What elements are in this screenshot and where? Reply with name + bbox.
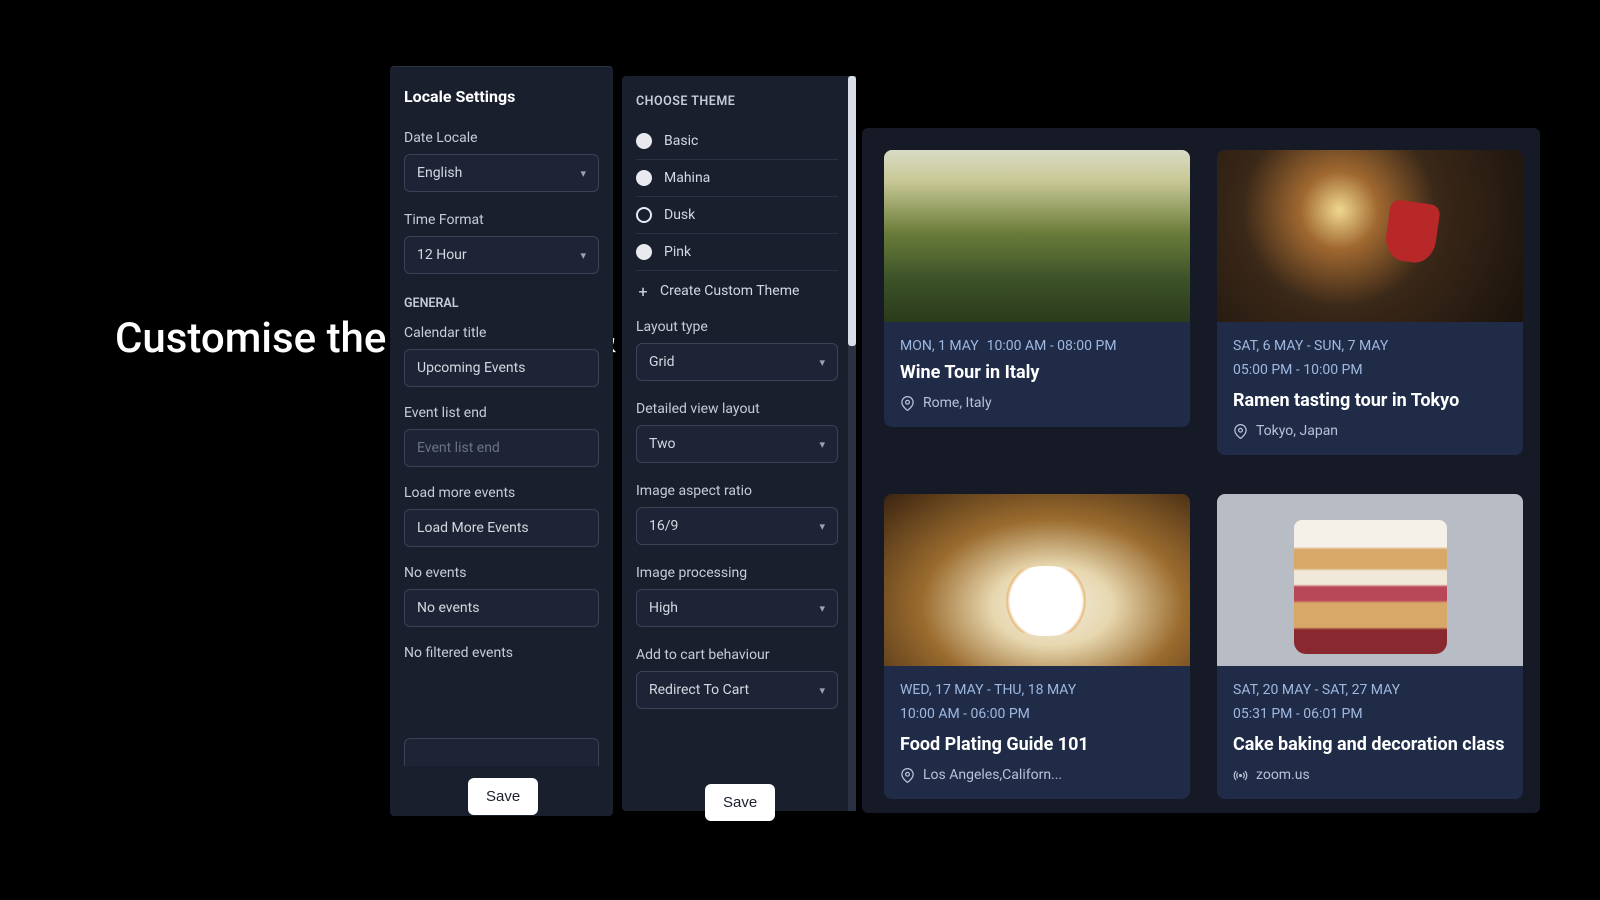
save-button[interactable]: Save <box>468 778 538 815</box>
theme-settings-panel: CHOOSE THEME Basic Mahina Dusk Pink + Cr… <box>622 76 852 811</box>
event-location: zoom.us <box>1233 767 1507 783</box>
event-card[interactable]: SAT, 6 MAY - SUN, 7 MAY 05:00 PM - 10:00… <box>1217 150 1523 455</box>
radio-icon <box>636 170 652 186</box>
add-to-cart-value: Redirect To Cart <box>649 682 749 698</box>
time-format-label: Time Format <box>404 212 599 228</box>
scrollbar-thumb[interactable] <box>848 76 856 346</box>
calendar-title-label: Calendar title <box>404 325 599 341</box>
create-custom-theme-label: Create Custom Theme <box>660 283 799 299</box>
aspect-ratio-select[interactable]: 16/9 ▾ <box>636 507 838 545</box>
event-date: WED, 17 MAY - THU, 18 MAY <box>900 682 1174 698</box>
layout-type-label: Layout type <box>636 319 838 335</box>
chevron-down-icon: ▾ <box>819 438 825 451</box>
layout-type-select[interactable]: Grid ▾ <box>636 343 838 381</box>
calendar-title-value: Upcoming Events <box>417 360 525 376</box>
event-card[interactable]: WED, 17 MAY - THU, 18 MAY 10:00 AM - 06:… <box>884 494 1190 799</box>
add-to-cart-label: Add to cart behaviour <box>636 647 838 663</box>
detailed-view-value: Two <box>649 436 675 452</box>
event-time: 10:00 AM - 06:00 PM <box>900 706 1174 722</box>
event-title: Wine Tour in Italy <box>900 362 1174 383</box>
save-button[interactable]: Save <box>705 784 775 821</box>
date-locale-select[interactable]: English ▾ <box>404 154 599 192</box>
add-to-cart-select[interactable]: Redirect To Cart ▾ <box>636 671 838 709</box>
no-filtered-label: No filtered events <box>404 645 599 661</box>
theme-basic-label: Basic <box>664 133 698 149</box>
no-events-value: No events <box>417 600 479 616</box>
broadcast-icon <box>1233 768 1248 783</box>
locale-settings-panel: Locale Settings Date Locale English ▾ Ti… <box>390 66 613 816</box>
chevron-down-icon: ▾ <box>819 356 825 369</box>
chevron-down-icon: ▾ <box>580 249 586 262</box>
plus-icon: + <box>636 284 650 298</box>
locale-settings-title: Locale Settings <box>404 87 599 106</box>
chevron-down-icon: ▾ <box>819 520 825 533</box>
event-image <box>884 494 1190 666</box>
scrollbar-track[interactable] <box>848 76 856 811</box>
image-processing-select[interactable]: High ▾ <box>636 589 838 627</box>
event-location: Rome, Italy <box>900 395 1174 411</box>
event-datetime: MON, 1 MAY10:00 AM - 08:00 PM <box>900 338 1174 354</box>
load-more-label: Load more events <box>404 485 599 501</box>
create-custom-theme-button[interactable]: + Create Custom Theme <box>636 271 838 319</box>
event-title: Ramen tasting tour in Tokyo <box>1233 390 1507 411</box>
load-more-value: Load More Events <box>417 520 529 536</box>
map-pin-icon <box>900 768 915 783</box>
event-location: Tokyo, Japan <box>1233 423 1507 439</box>
theme-option-pink[interactable]: Pink <box>636 234 838 271</box>
date-locale-label: Date Locale <box>404 130 599 146</box>
event-title: Cake baking and decoration class <box>1233 734 1507 755</box>
time-format-select[interactable]: 12 Hour ▾ <box>404 236 599 274</box>
event-image <box>1217 150 1523 322</box>
radio-icon <box>636 207 652 223</box>
no-events-input[interactable]: No events <box>404 589 599 627</box>
event-date: SAT, 6 MAY - SUN, 7 MAY <box>1233 338 1507 354</box>
detailed-view-select[interactable]: Two ▾ <box>636 425 838 463</box>
chevron-down-icon: ▾ <box>819 684 825 697</box>
theme-pink-label: Pink <box>664 244 691 260</box>
image-processing-value: High <box>649 600 678 616</box>
event-time: 05:00 PM - 10:00 PM <box>1233 362 1507 378</box>
layout-type-value: Grid <box>649 354 675 370</box>
no-events-label: No events <box>404 565 599 581</box>
event-image <box>1217 494 1523 666</box>
date-locale-value: English <box>417 165 462 181</box>
detailed-view-label: Detailed view layout <box>636 401 838 417</box>
theme-option-mahina[interactable]: Mahina <box>636 160 838 197</box>
radio-icon <box>636 133 652 149</box>
event-card[interactable]: MON, 1 MAY10:00 AM - 08:00 PM Wine Tour … <box>884 150 1190 427</box>
no-filtered-input[interactable] <box>404 738 599 766</box>
load-more-input[interactable]: Load More Events <box>404 509 599 547</box>
event-list-end-input[interactable]: Event list end <box>404 429 599 467</box>
map-pin-icon <box>1233 424 1248 439</box>
image-processing-label: Image processing <box>636 565 838 581</box>
chevron-down-icon: ▾ <box>819 602 825 615</box>
radio-icon <box>636 244 652 260</box>
event-list-end-label: Event list end <box>404 405 599 421</box>
event-card[interactable]: SAT, 20 MAY - SAT, 27 MAY 05:31 PM - 06:… <box>1217 494 1523 799</box>
event-date: SAT, 20 MAY - SAT, 27 MAY <box>1233 682 1507 698</box>
choose-theme-label: CHOOSE THEME <box>636 94 838 109</box>
event-location: Los Angeles,Californ... <box>900 767 1174 783</box>
event-image <box>884 150 1190 322</box>
theme-option-basic[interactable]: Basic <box>636 123 838 160</box>
theme-option-dusk[interactable]: Dusk <box>636 197 838 234</box>
event-time: 05:31 PM - 06:01 PM <box>1233 706 1507 722</box>
time-format-value: 12 Hour <box>417 247 467 263</box>
event-list-end-placeholder: Event list end <box>417 440 500 456</box>
theme-mahina-label: Mahina <box>664 170 710 186</box>
event-title: Food Plating Guide 101 <box>900 734 1174 755</box>
chevron-down-icon: ▾ <box>580 167 586 180</box>
calendar-title-input[interactable]: Upcoming Events <box>404 349 599 387</box>
general-section-label: GENERAL <box>404 296 599 311</box>
theme-dusk-label: Dusk <box>664 207 695 223</box>
aspect-ratio-label: Image aspect ratio <box>636 483 838 499</box>
aspect-ratio-value: 16/9 <box>649 518 678 534</box>
map-pin-icon <box>900 396 915 411</box>
